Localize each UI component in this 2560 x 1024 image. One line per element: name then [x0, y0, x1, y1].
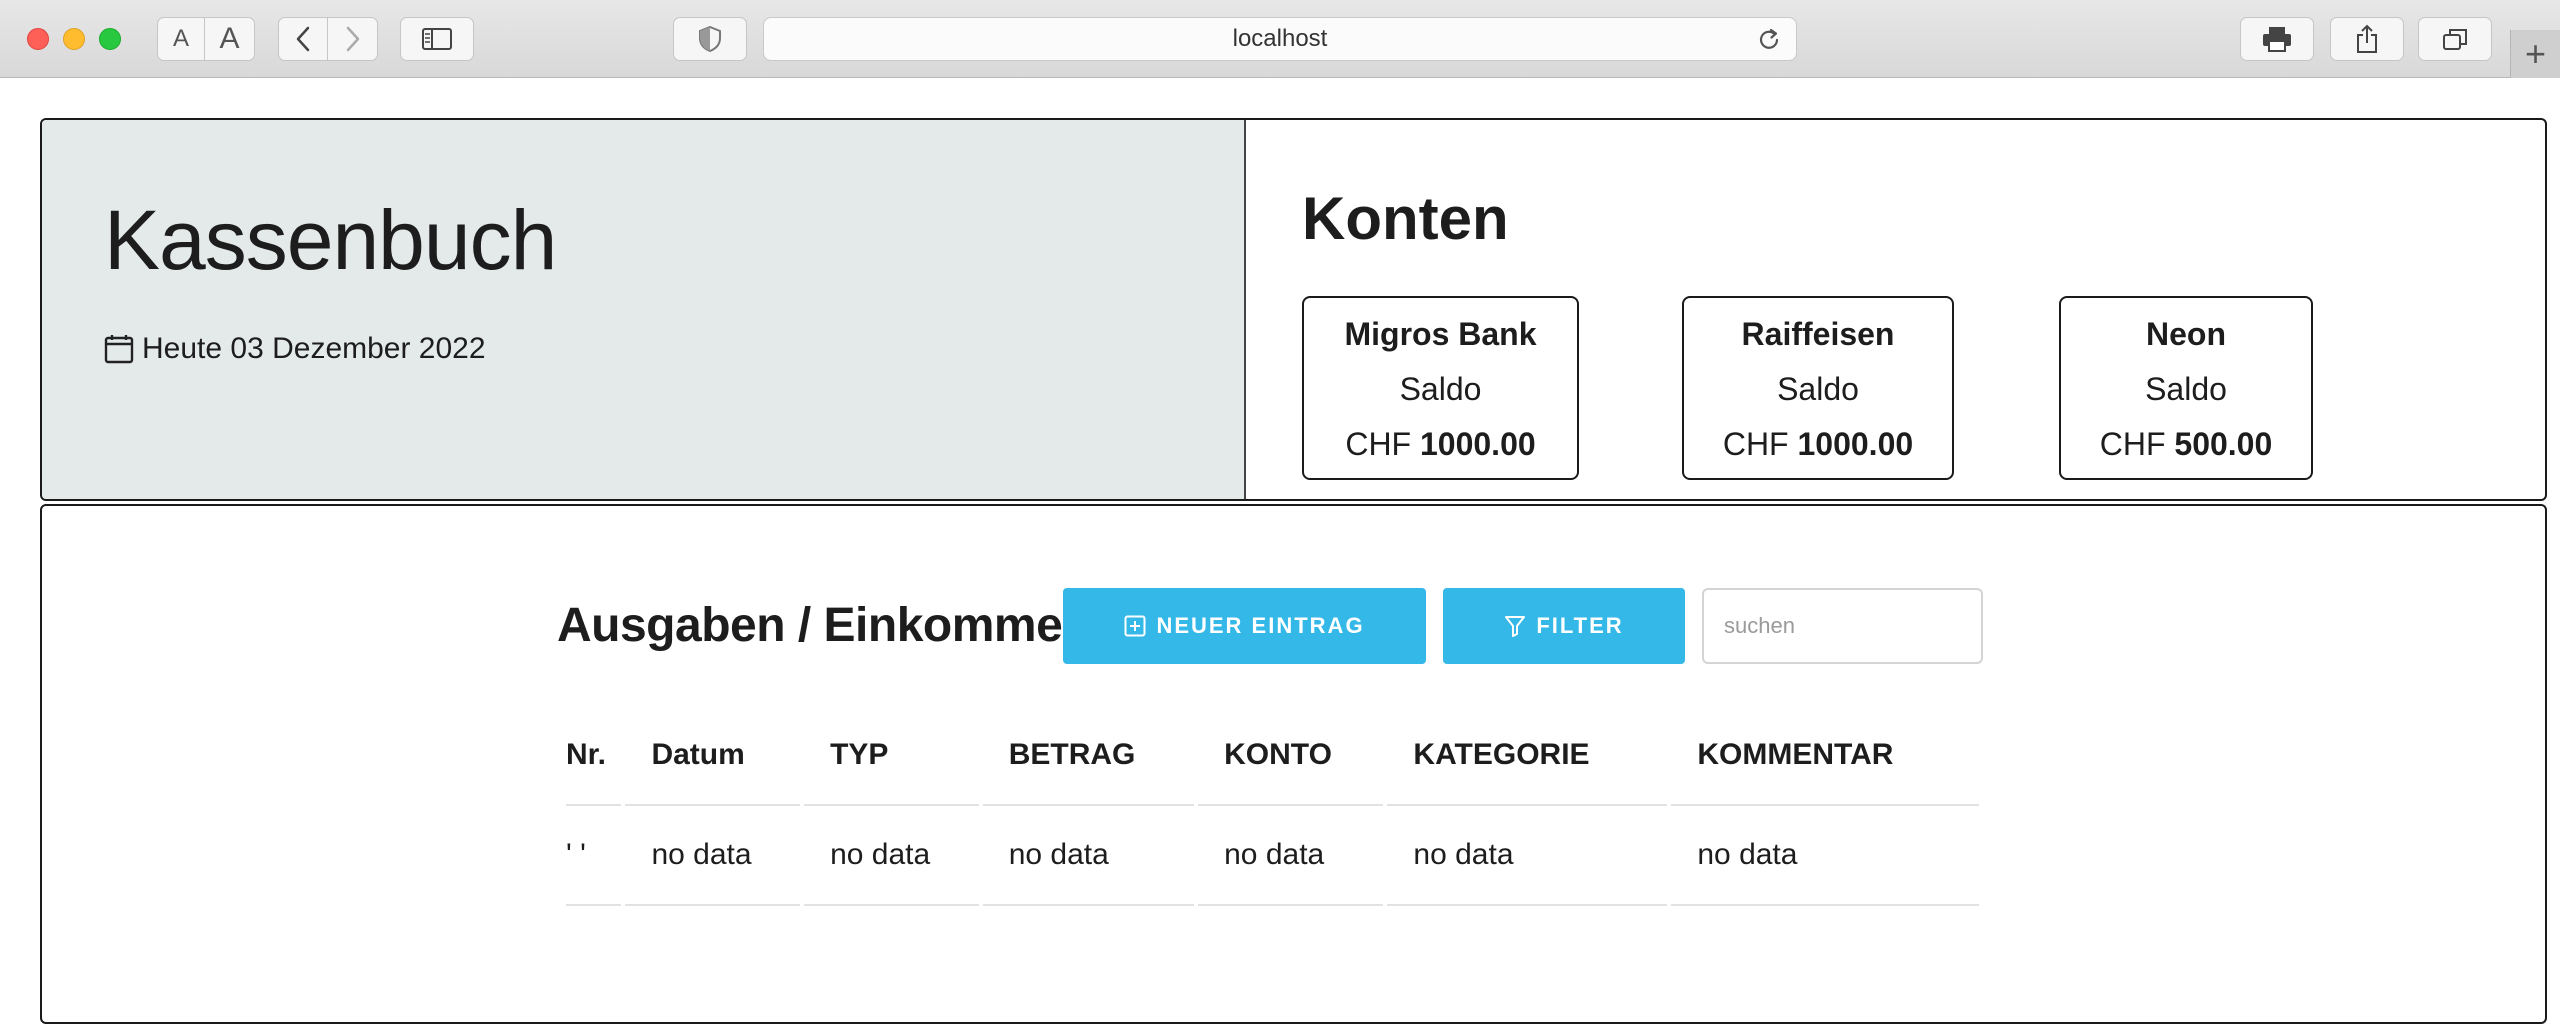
increase-font-button[interactable]: A — [205, 17, 255, 61]
column-header-konto[interactable]: KONTO — [1198, 706, 1384, 806]
section-title: Ausgaben / Einkommen — [557, 599, 1092, 652]
account-saldo-label: Saldo — [1777, 371, 1859, 407]
filter-button[interactable]: FILTER — [1443, 588, 1685, 664]
close-window-button[interactable] — [27, 28, 49, 50]
header-panel: Kassenbuch Heute 03 Dezember 2022 Konten… — [40, 118, 2547, 501]
decrease-font-button[interactable]: A — [157, 17, 205, 61]
privacy-report-button[interactable] — [673, 17, 747, 61]
url-text: localhost — [1232, 25, 1328, 52]
new-entry-button[interactable]: NEUER EINTRAG — [1063, 588, 1426, 664]
column-header-kategorie[interactable]: KATEGORIE — [1387, 706, 1668, 806]
sidebar-icon — [422, 28, 452, 50]
account-card-migros-bank[interactable]: Migros Bank Saldo CHF 1000.00 — [1302, 296, 1579, 480]
minimize-window-button[interactable] — [63, 28, 85, 50]
calendar-icon — [104, 335, 134, 364]
filter-label: FILTER — [1536, 613, 1624, 638]
zoom-window-button[interactable] — [99, 28, 121, 50]
transactions-panel: Ausgaben / Einkommen NEUER EINTRAG FILTE… — [40, 504, 2547, 1024]
transactions-table: Nr. Datum TYP BETRAG KONTO KATEGORIE KOM… — [562, 706, 1983, 906]
filter-icon — [1505, 616, 1526, 637]
account-card-raiffeisen[interactable]: Raiffeisen Saldo CHF 1000.00 — [1682, 296, 1954, 480]
shield-icon — [699, 26, 721, 52]
plus-square-icon — [1124, 615, 1146, 637]
cell-kategorie: no data — [1387, 806, 1668, 906]
reload-icon[interactable] — [1756, 27, 1782, 53]
account-name: Neon — [2146, 316, 2226, 352]
browser-toolbar: A A localhost + — [0, 0, 2560, 78]
account-balance-value: 500.00 — [2174, 426, 2273, 462]
account-balance: CHF 1000.00 — [1684, 426, 1952, 463]
cell-nr: ' ' — [566, 806, 622, 906]
account-balance: CHF 1000.00 — [1304, 426, 1577, 463]
account-name: Migros Bank — [1344, 316, 1537, 352]
column-header-typ[interactable]: TYP — [804, 706, 979, 806]
account-saldo-label: Saldo — [1399, 371, 1482, 407]
tab-overview-button[interactable] — [2418, 17, 2492, 61]
share-icon — [2357, 24, 2377, 53]
account-currency: CHF — [1722, 426, 1789, 462]
chevron-right-icon — [346, 26, 359, 52]
table-header-row: Nr. Datum TYP BETRAG KONTO KATEGORIE KOM… — [566, 706, 1979, 806]
cell-datum: no data — [625, 806, 801, 906]
forward-button[interactable] — [328, 17, 378, 61]
header-title-section: Kassenbuch Heute 03 Dezember 2022 — [42, 120, 1246, 499]
column-header-nr[interactable]: Nr. — [566, 706, 622, 806]
printer-icon — [2263, 27, 2291, 52]
new-tab-button[interactable]: + — [2510, 30, 2560, 78]
today-date-text: Heute 03 Dezember 2022 — [142, 332, 486, 365]
accounts-section: Konten Migros Bank Saldo CHF 1000.00 Rai… — [1246, 120, 2545, 499]
chevron-left-icon — [296, 26, 310, 52]
table-row[interactable]: ' ' no data no data no data no data no d… — [566, 806, 1979, 906]
cell-kommentar: no data — [1671, 806, 1979, 906]
cell-betrag: no data — [982, 806, 1195, 906]
column-header-kommentar[interactable]: KOMMENTAR — [1671, 706, 1979, 806]
account-balance-value: 1000.00 — [1797, 426, 1914, 462]
new-entry-label: NEUER EINTRAG — [1156, 613, 1365, 638]
page-title: Kassenbuch — [104, 193, 557, 287]
cell-typ: no data — [804, 806, 979, 906]
print-button[interactable] — [2240, 17, 2314, 61]
share-button[interactable] — [2330, 17, 2404, 61]
account-saldo-label: Saldo — [2145, 371, 2227, 407]
column-header-datum[interactable]: Datum — [625, 706, 801, 806]
sidebar-toggle-button[interactable] — [400, 17, 474, 61]
today-date: Heute 03 Dezember 2022 — [104, 332, 486, 366]
back-button[interactable] — [278, 17, 328, 61]
account-currency: CHF — [2099, 426, 2166, 462]
account-name: Raiffeisen — [1741, 316, 1895, 352]
account-balance-value: 1000.00 — [1419, 426, 1536, 462]
address-bar[interactable]: localhost — [763, 17, 1797, 61]
search-input[interactable] — [1702, 588, 1983, 664]
account-currency: CHF — [1345, 426, 1412, 462]
tabs-icon — [2443, 29, 2467, 50]
accounts-title: Konten — [1302, 185, 1509, 252]
account-balance: CHF 500.00 — [2061, 426, 2311, 463]
account-card-neon[interactable]: Neon Saldo CHF 500.00 — [2059, 296, 2313, 480]
column-header-betrag[interactable]: BETRAG — [982, 706, 1195, 806]
cell-konto: no data — [1198, 806, 1384, 906]
